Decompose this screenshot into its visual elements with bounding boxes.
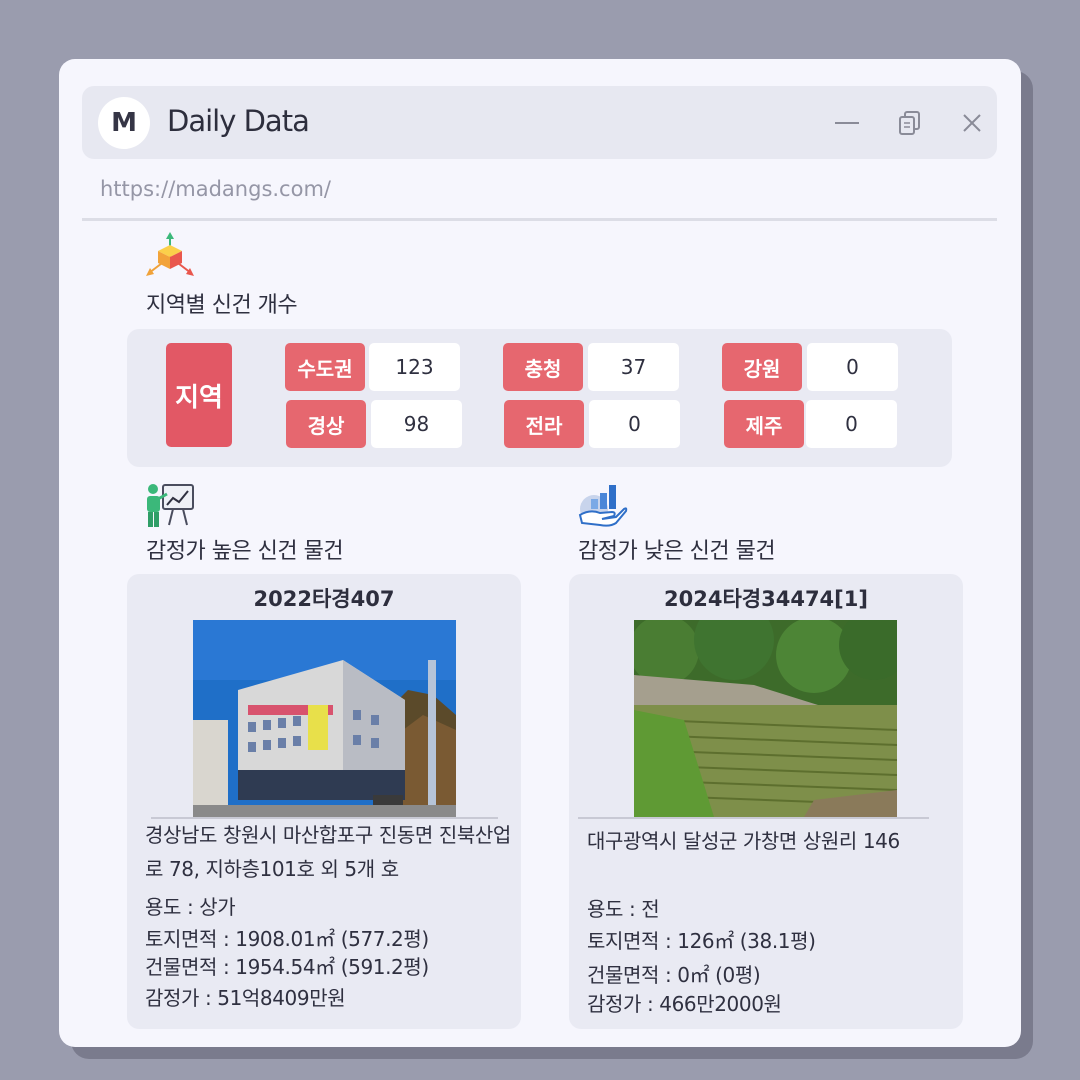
low-property-photo [634,620,897,817]
url-text[interactable]: https://madangs.com/ [100,177,331,201]
app-window: M Daily Data https://madangs.com/ 지역별 신건… [59,59,1021,1047]
high-property-card[interactable]: 2022타경407 경상남도 창원시 마산합포구 진동면 진북산업로 78, 지… [127,574,521,1029]
region-tag-sudogwon: 수도권 [285,343,365,391]
high-property-usage: 용도 : 상가 [145,895,236,919]
minimize-icon[interactable] [832,108,862,138]
restore-icon[interactable] [896,108,926,138]
low-case-number: 2024타경34474[1] [664,587,868,611]
region-tag-gangwon: 강원 [722,343,802,391]
title-bar: M Daily Data [82,86,997,159]
high-property-photo [193,620,456,817]
high-case-number: 2022타경407 [253,587,395,611]
region-main-label: 지역 [166,343,232,447]
photo-divider [578,817,929,819]
app-title: Daily Data [167,104,310,138]
low-property-usage: 용도 : 전 [587,897,660,921]
region-tag-jeolla: 전라 [504,400,584,448]
low-property-address: 대구광역시 달성군 가창면 상원리 146 [587,829,900,853]
low-property-land-area: 토지면적 : 126㎡ (38.1평) [587,929,816,953]
high-property-building-area: 건물면적 : 1954.54㎡ (591.2평) [145,955,429,979]
low-property-appraisal: 감정가 : 466만2000원 [587,992,782,1016]
low-property-card[interactable]: 2024타경34474[1] 대구광역시 달성군 가창면 상원리 146 용도 … [569,574,963,1029]
region-tag-gyeongsang: 경상 [286,400,366,448]
close-icon[interactable] [957,108,987,138]
high-property-appraisal: 감정가 : 51억8409만원 [145,986,346,1010]
high-property-land-area: 토지면적 : 1908.01㎡ (577.2평) [145,927,429,951]
region-count-chungcheong: 37 [588,343,679,391]
region-count-sudogwon: 123 [369,343,460,391]
high-section-title: 감정가 높은 신건 물건 [146,539,344,564]
low-property-building-area: 건물면적 : 0㎡ (0평) [587,963,761,987]
region-count-gyeongsang: 98 [371,400,462,448]
region-tag-jeju: 제주 [724,400,804,448]
region-section-title: 지역별 신건 개수 [146,293,298,318]
region-count-gangwon: 0 [807,343,898,391]
high-property-address: 경상남도 창원시 마산합포구 진동면 진북산업로 78, 지하층101호 외 5… [145,823,511,881]
low-section-title: 감정가 낮은 신건 물건 [578,539,776,564]
hand-chart-icon [576,479,628,531]
region-count-jeju: 0 [806,400,897,448]
cube-axes-icon [144,231,196,283]
presentation-chart-icon [143,479,195,531]
avatar: M [98,97,150,149]
region-tag-chungcheong: 충청 [503,343,583,391]
url-divider [82,218,997,221]
region-count-jeolla: 0 [589,400,680,448]
region-count-panel: 지역 수도권 123 경상 98 충청 37 전라 0 강원 0 제주 0 [127,329,952,467]
